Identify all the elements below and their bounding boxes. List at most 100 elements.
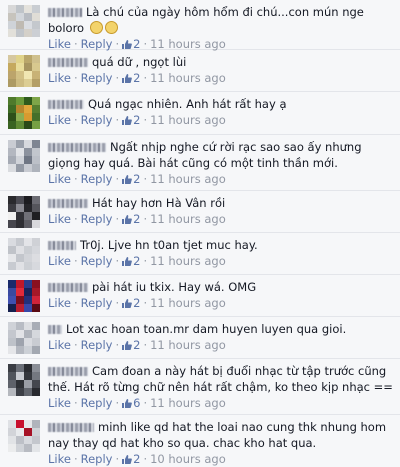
commenter-name[interactable] bbox=[48, 325, 62, 334]
commenter-name[interactable] bbox=[48, 423, 94, 432]
comment: Ngất nhịp nghe cứ rời rạc sao sao ấy như… bbox=[0, 135, 400, 191]
frown-emoji-icon bbox=[104, 21, 118, 34]
comment: pài hát iu tkix. Hay wá. OMG Like · Reply ·… bbox=[0, 275, 400, 317]
like-link[interactable]: Like bbox=[48, 338, 71, 352]
timestamp[interactable]: 11 hours ago bbox=[150, 37, 226, 51]
avatar[interactable] bbox=[8, 196, 40, 228]
comment-text: Hát hay hơn Hà Vân rồi bbox=[92, 196, 226, 210]
comment-text: pài hát iu tkix. Hay wá. OMG bbox=[92, 280, 257, 294]
comment-actions: Like · Reply · 2 · 11 hours ago bbox=[48, 172, 226, 186]
reply-link[interactable]: Reply bbox=[81, 254, 113, 268]
like-link[interactable]: Like bbox=[48, 113, 71, 127]
like-link[interactable]: Like bbox=[48, 172, 71, 186]
like-count[interactable]: 2 bbox=[122, 113, 140, 127]
like-count[interactable]: 2 bbox=[122, 71, 140, 85]
commenter-name[interactable] bbox=[48, 199, 88, 208]
reply-link[interactable]: Reply bbox=[81, 452, 113, 466]
reply-link[interactable]: Reply bbox=[81, 71, 113, 85]
thumbs-up-icon bbox=[122, 341, 132, 350]
avatar[interactable] bbox=[8, 140, 40, 172]
timestamp[interactable]: 10 hours ago bbox=[150, 452, 226, 466]
avatar[interactable] bbox=[8, 420, 40, 452]
timestamp[interactable]: 11 hours ago bbox=[150, 71, 226, 85]
reply-link[interactable]: Reply bbox=[81, 172, 113, 186]
avatar[interactable] bbox=[8, 97, 40, 129]
avatar[interactable] bbox=[8, 280, 40, 312]
timestamp[interactable]: 11 hours ago bbox=[150, 113, 226, 127]
comment: quá dữ , ngọt lùi Like · Reply · 2 · 11 hours … bbox=[0, 50, 400, 92]
comment: Quá ngạc nhiên. Anh hát rất hay ạ Like · R… bbox=[0, 92, 400, 135]
commenter-name[interactable] bbox=[48, 283, 88, 292]
comment: minh like qd hat the loai nao cung thk n… bbox=[0, 415, 400, 466]
comment-actions: Like · Reply · 2 · 11 hours ago bbox=[48, 212, 226, 226]
timestamp[interactable]: 11 hours ago bbox=[150, 172, 226, 186]
like-link[interactable]: Like bbox=[48, 37, 71, 51]
comment: Hát hay hơn Hà Vân rồi Like · Reply · 2 · 11 h… bbox=[0, 191, 400, 233]
commenter-name[interactable] bbox=[48, 143, 106, 152]
avatar[interactable] bbox=[8, 238, 40, 270]
thumbs-up-icon bbox=[122, 116, 132, 125]
timestamp[interactable]: 11 hours ago bbox=[150, 254, 226, 268]
like-link[interactable]: Like bbox=[48, 212, 71, 226]
timestamp[interactable]: 11 hours ago bbox=[150, 296, 226, 310]
comment: Cam đoan a này hát bị đuổi nhạc từ tập t… bbox=[0, 359, 400, 415]
like-link[interactable]: Like bbox=[48, 452, 71, 466]
commenter-name[interactable] bbox=[48, 8, 82, 17]
comment-actions: Like · Reply · 2 · 10 hours ago bbox=[48, 452, 226, 466]
comment-actions: Like · Reply · 2 · 11 hours ago bbox=[48, 254, 226, 268]
frown-emoji-icon bbox=[89, 21, 103, 34]
avatar[interactable] bbox=[8, 55, 40, 87]
like-link[interactable]: Like bbox=[48, 254, 71, 268]
comment-actions: Like · Reply · 2 · 11 hours ago bbox=[48, 113, 226, 127]
comment-actions: Like · Reply · 2 · 11 hours ago bbox=[48, 338, 226, 352]
reply-link[interactable]: Reply bbox=[81, 396, 113, 410]
thumbs-up-icon bbox=[122, 175, 132, 184]
thumbs-up-icon bbox=[122, 40, 132, 49]
comment-text: Cam đoan a này hát bị đuổi nhạc từ tập t… bbox=[48, 364, 393, 394]
like-link[interactable]: Like bbox=[48, 296, 71, 310]
reply-link[interactable]: Reply bbox=[81, 113, 113, 127]
like-count[interactable]: 2 bbox=[122, 37, 140, 51]
thumbs-up-icon bbox=[122, 299, 132, 308]
timestamp[interactable]: 11 hours ago bbox=[150, 338, 226, 352]
comment-text: quá dữ , ngọt lùi bbox=[92, 55, 187, 69]
like-count[interactable]: 2 bbox=[122, 452, 140, 466]
like-count[interactable]: 2 bbox=[122, 254, 140, 268]
like-count[interactable]: 6 bbox=[122, 396, 140, 410]
thumbs-up-icon bbox=[122, 257, 132, 266]
reply-link[interactable]: Reply bbox=[81, 37, 113, 51]
thumbs-up-icon bbox=[122, 74, 132, 83]
avatar[interactable] bbox=[8, 5, 40, 37]
like-count[interactable]: 2 bbox=[122, 172, 140, 186]
comment-actions: Like · Reply · 6 · 11 hours ago bbox=[48, 396, 226, 410]
reply-link[interactable]: Reply bbox=[81, 212, 113, 226]
comment: Lot xac hoan toan.mr dam huyen luyen qua… bbox=[0, 317, 400, 359]
comment-list: Là chú của ngày hôm hổm đi chú...con mún… bbox=[0, 0, 400, 466]
avatar[interactable] bbox=[8, 322, 40, 354]
like-count[interactable]: 2 bbox=[122, 338, 140, 352]
commenter-name[interactable] bbox=[48, 367, 88, 376]
avatar[interactable] bbox=[8, 364, 40, 396]
comment-text: Lot xac hoan toan.mr dam huyen luyen qua… bbox=[66, 322, 347, 336]
thumbs-up-icon bbox=[122, 399, 132, 408]
like-count[interactable]: 2 bbox=[122, 212, 140, 226]
comment-actions: Like · Reply · 2 · 11 hours ago bbox=[48, 71, 226, 85]
like-link[interactable]: Like bbox=[48, 396, 71, 410]
reply-link[interactable]: Reply bbox=[81, 296, 113, 310]
comment: Tr0j. Ljve hn t0an tjet muc hay. Like · Re… bbox=[0, 233, 400, 275]
comment-text: Tr0j. Ljve hn t0an tjet muc hay. bbox=[80, 238, 258, 252]
comment-actions: Like · Reply · 2 · 11 hours ago bbox=[48, 296, 226, 310]
commenter-name[interactable] bbox=[48, 100, 84, 109]
reply-link[interactable]: Reply bbox=[81, 338, 113, 352]
commenter-name[interactable] bbox=[48, 241, 76, 250]
thumbs-up-icon bbox=[122, 455, 132, 464]
comment: Là chú của ngày hôm hổm đi chú...con mún… bbox=[0, 0, 400, 51]
commenter-name[interactable] bbox=[48, 58, 88, 67]
timestamp[interactable]: 11 hours ago bbox=[150, 396, 226, 410]
like-count[interactable]: 2 bbox=[122, 296, 140, 310]
timestamp[interactable]: 11 hours ago bbox=[150, 212, 226, 226]
like-link[interactable]: Like bbox=[48, 71, 71, 85]
thumbs-up-icon bbox=[122, 215, 132, 224]
comment-text: Quá ngạc nhiên. Anh hát rất hay ạ bbox=[88, 97, 287, 111]
comment-text: minh like qd hat the loai nao cung thk n… bbox=[48, 420, 387, 450]
